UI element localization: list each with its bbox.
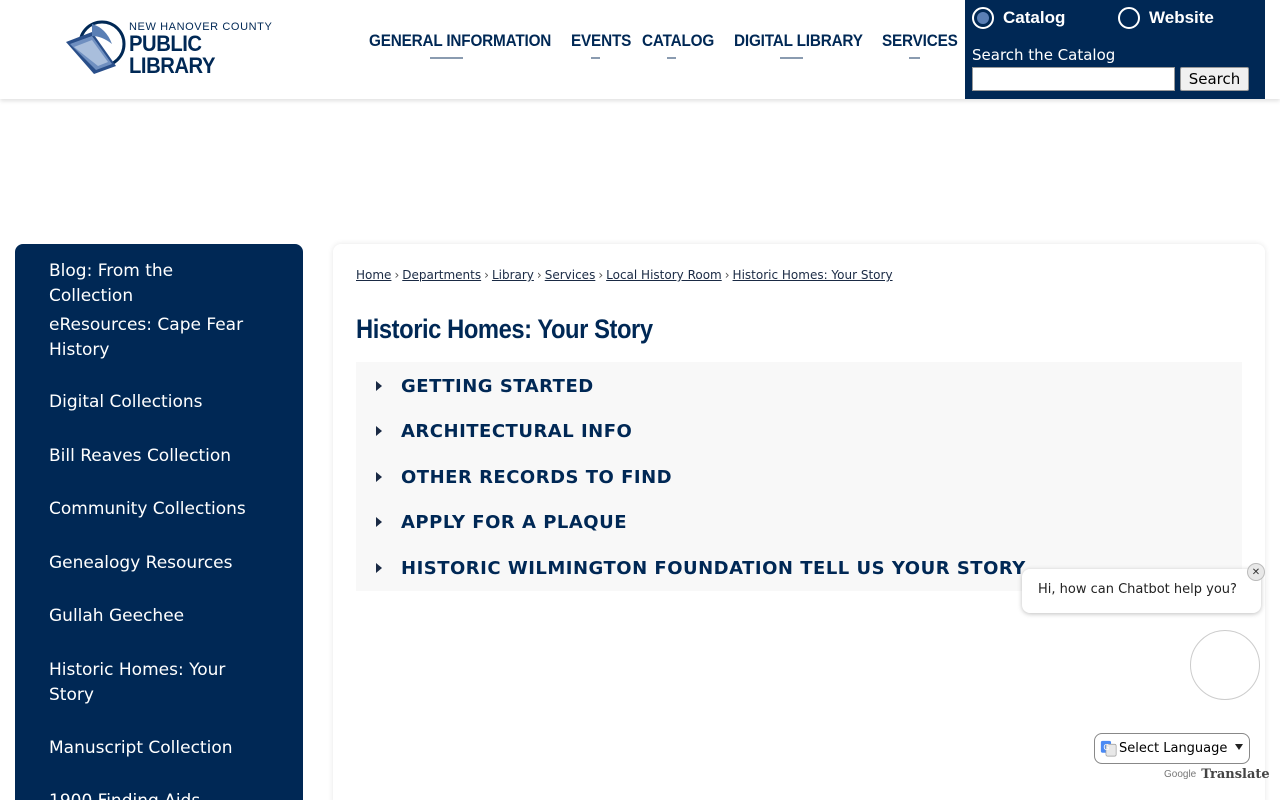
- language-select[interactable]: G Select Language: [1094, 733, 1250, 764]
- chevron-down-icon: [1235, 744, 1243, 750]
- search-button[interactable]: Search: [1180, 67, 1249, 91]
- page-title: Historic Homes: Your Story: [356, 314, 653, 344]
- nav-indicator: [591, 57, 600, 59]
- powered-by-google: Google Translate: [1164, 767, 1270, 782]
- accordion-architectural-info[interactable]: ARCHITECTURAL INFO: [356, 411, 1242, 451]
- nav-indicator: [780, 57, 803, 59]
- sidebar-item-historic-homes[interactable]: Historic Homes: Your Story: [49, 658, 259, 708]
- accordion-label: OTHER RECORDS TO FIND: [401, 467, 673, 488]
- breadcrumb-current[interactable]: Historic Homes: Your Story: [733, 268, 893, 282]
- radio-website-indicator[interactable]: [1118, 7, 1140, 29]
- sidebar-item-bill-reaves[interactable]: Bill Reaves Collection: [49, 444, 259, 469]
- caret-right-icon: [376, 472, 382, 482]
- nav-indicator: [430, 57, 463, 59]
- breadcrumb-departments[interactable]: Departments: [402, 268, 481, 282]
- caret-right-icon: [376, 426, 382, 436]
- accordion-label: APPLY FOR A PLAQUE: [401, 512, 628, 533]
- accordion-label: HISTORIC WILMINGTON FOUNDATION TELL US Y…: [401, 558, 1026, 579]
- sidebar: Blog: From the Collection eResources: Ca…: [15, 244, 303, 800]
- search-label: Search the Catalog: [972, 46, 1116, 64]
- breadcrumb-separator: ›: [536, 268, 542, 282]
- radio-website[interactable]: Website: [1118, 7, 1214, 29]
- sidebar-item-community-collections[interactable]: Community Collections: [49, 497, 259, 522]
- breadcrumb-separator: ›: [484, 268, 489, 282]
- breadcrumb-services[interactable]: Services: [545, 268, 596, 282]
- caret-right-icon: [376, 517, 382, 527]
- breadcrumb-separator: ›: [724, 268, 730, 282]
- library-logo-icon: [66, 20, 126, 74]
- chatbot-greeting[interactable]: Hi, how can Chatbot help you?: [1022, 569, 1261, 613]
- logo-library-text: PUBLIC LIBRARY: [129, 31, 215, 78]
- google-translate-icon: G: [1100, 740, 1117, 757]
- radio-website-label: Website: [1149, 8, 1214, 27]
- search-panel: Catalog Website Search the Catalog Searc…: [965, 0, 1265, 99]
- sidebar-item-finding-aids[interactable]: 1900 Finding Aids: [49, 789, 259, 800]
- radio-catalog-label: Catalog: [1003, 8, 1066, 27]
- sidebar-item-manuscript[interactable]: Manuscript Collection: [49, 736, 259, 761]
- main-content: Home › Departments › Library › Services › Local …: [333, 244, 1265, 800]
- nav-events[interactable]: EVENTS: [571, 31, 631, 51]
- breadcrumb-local-history-room[interactable]: Local History Room: [606, 268, 722, 282]
- close-icon[interactable]: ✕: [1247, 563, 1265, 581]
- nav-general-information[interactable]: GENERAL INFORMATION: [369, 31, 551, 51]
- radio-catalog[interactable]: Catalog: [972, 7, 1065, 29]
- accordion-label: GETTING STARTED: [401, 376, 594, 397]
- breadcrumb-separator: ›: [598, 268, 604, 282]
- breadcrumb: Home › Departments › Library › Services › Local …: [356, 268, 893, 282]
- nav-indicator: [909, 57, 920, 59]
- sidebar-item-eresources[interactable]: eResources: Cape Fear History: [49, 313, 259, 363]
- accordion-other-records[interactable]: OTHER RECORDS TO FIND: [356, 457, 1242, 497]
- sidebar-item-gullah-geechee[interactable]: Gullah Geechee: [49, 604, 259, 629]
- sidebar-item-blog[interactable]: Blog: From the Collection: [49, 259, 259, 309]
- site-header: NEW HANOVER COUNTY PUBLIC LIBRARY GENERA…: [0, 0, 1280, 99]
- language-select-label: Select Language: [1119, 741, 1228, 756]
- svg-text:G: G: [1103, 743, 1109, 752]
- sidebar-item-genealogy[interactable]: Genealogy Resources: [49, 551, 259, 576]
- sidebar-item-digital-collections[interactable]: Digital Collections: [49, 390, 259, 415]
- caret-right-icon: [376, 563, 382, 573]
- nav-services[interactable]: SERVICES: [882, 31, 958, 51]
- caret-right-icon: [376, 381, 382, 391]
- translate-link[interactable]: Translate: [1201, 767, 1269, 782]
- breadcrumb-home[interactable]: Home: [356, 268, 391, 282]
- radio-catalog-indicator[interactable]: [972, 7, 994, 29]
- nav-catalog[interactable]: CATALOG: [642, 31, 714, 51]
- breadcrumb-library[interactable]: Library: [492, 268, 534, 282]
- nav-indicator: [667, 57, 676, 59]
- accordion: GETTING STARTED ARCHITECTURAL INFO OTHER…: [356, 362, 1242, 591]
- breadcrumb-separator: ›: [394, 268, 400, 282]
- nav-digital-library[interactable]: DIGITAL LIBRARY: [734, 31, 863, 51]
- accordion-label: ARCHITECTURAL INFO: [401, 421, 633, 442]
- search-input[interactable]: [972, 67, 1175, 91]
- accordion-apply-plaque[interactable]: APPLY FOR A PLAQUE: [356, 502, 1242, 542]
- library-logo[interactable]: NEW HANOVER COUNTY PUBLIC LIBRARY: [62, 14, 277, 78]
- google-wordmark: Google: [1164, 769, 1197, 780]
- chatbot-launcher[interactable]: [1190, 630, 1260, 700]
- accordion-getting-started[interactable]: GETTING STARTED: [356, 366, 1242, 406]
